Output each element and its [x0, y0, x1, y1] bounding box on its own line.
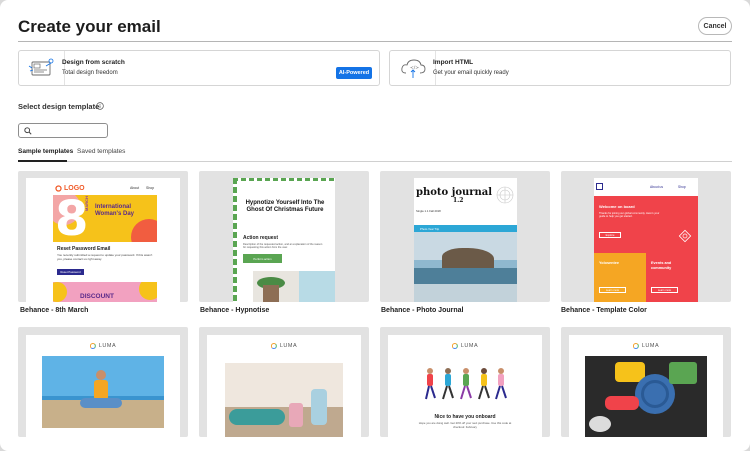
explore-button: Explore [599, 232, 621, 238]
design-canvas-icon [19, 51, 65, 85]
discount-banner: DISCOUNT [53, 282, 157, 302]
photo-bar: Photo Year Trip [414, 225, 517, 232]
luma-logo-icon [270, 343, 277, 349]
coast-photo [414, 232, 517, 302]
body-text: You recently submitted a request to upda… [57, 253, 153, 261]
nav-about: About [130, 186, 140, 190]
create-email-dialog: Create your email Cancel Design from scr… [0, 0, 750, 451]
action-description: Description of the requested action, and… [243, 243, 323, 250]
tile-title-2: Events and community [651, 261, 672, 270]
nav-shop: Shop [146, 186, 155, 190]
cancel-button[interactable]: Cancel [698, 17, 732, 35]
tab-saved-templates[interactable]: Saved templates [77, 148, 125, 155]
journal-subtitle: Single 1.1 Fall 2018 [416, 209, 441, 213]
scratch-subtitle: Total design freedom [62, 70, 118, 76]
section-label: Select design template [18, 102, 100, 111]
search-icon [24, 127, 32, 135]
learn-more-button-1: Learn more [599, 287, 626, 293]
cloud-upload-icon: </> [390, 51, 436, 85]
email-preview: LUMA Nice to have you onboard Hope you a… [388, 335, 542, 437]
logo-icon [55, 185, 62, 192]
hero-headline: International Woman's Day [95, 204, 134, 217]
march-vertical: MARCH [84, 196, 89, 211]
welcome-text: Welcome on board [599, 204, 635, 209]
onboard-body: Hope you are doing well. Get 20% off you… [418, 421, 512, 429]
email-preview: Hypnotize Yourself Into The Ghost Of Chr… [233, 178, 335, 302]
tile-title-1: Yolosentee [599, 261, 619, 265]
luma-logo-icon [632, 343, 639, 349]
orange-tile: Yolosentee Learn more [594, 253, 646, 302]
onboard-headline: Nice to have you onboard [434, 414, 496, 420]
top-stripe [233, 178, 335, 181]
hero-headline: Hypnotize Yourself Into The Ghost Of Chr… [245, 200, 325, 214]
info-icon[interactable] [96, 102, 104, 110]
plant-photo [253, 271, 335, 302]
welcome-panel: Welcome on board Thanks for joining our … [594, 196, 698, 253]
perform-action-button: Perform action [243, 254, 282, 263]
left-stripe [233, 178, 237, 302]
email-preview: photo journal 1.2 Single 1.1 Fall 2018 P… [414, 178, 517, 302]
learn-more-button-2: Learn more [651, 287, 678, 293]
luma-logo: LUMA [89, 343, 116, 349]
design-from-scratch-card[interactable]: Design from scratch Total design freedom… [18, 50, 380, 86]
section-title: Reset Password Email [57, 246, 111, 252]
logo-text: LOGO [64, 185, 85, 192]
discount-text: DISCOUNT [80, 293, 114, 300]
template-label-photo-journal: Behance - Photo Journal [381, 307, 464, 314]
import-html-card[interactable]: </> Import HTML Get your email quickly r… [389, 50, 731, 86]
luma-logo-icon [89, 343, 96, 349]
search-input[interactable] [35, 125, 105, 136]
template-thumbnail-luma-yoga[interactable]: LUMA [18, 327, 188, 437]
reset-password-button: Reset Password [57, 269, 84, 275]
welcome-intro: Thanks for joining our global community.… [599, 212, 660, 219]
diamond-icon [678, 229, 692, 243]
logo-square-icon [596, 183, 603, 190]
dialog-title: Create your email [18, 17, 161, 36]
action-request-title: Action request [243, 235, 279, 241]
template-thumbnail-luma-mats[interactable]: LUMA [199, 327, 369, 437]
tabs-divider [18, 161, 732, 162]
yoga-mats-photo [225, 363, 343, 437]
template-thumbnail-luma-gear[interactable]: LUMA [561, 327, 731, 437]
email-preview: LUMA [569, 335, 723, 437]
svg-text:</>: </> [410, 65, 419, 71]
hero-banner: 8 MARCH International Woman's Day [53, 195, 157, 242]
template-thumbnail-photo-journal[interactable]: photo journal 1.2 Single 1.1 Fall 2018 P… [380, 171, 550, 302]
email-preview: LOGO About Shop 8 MARCH International Wo… [26, 178, 180, 302]
template-label-template-color: Behance - Template Color [561, 307, 647, 314]
luma-logo: LUMA [270, 343, 297, 349]
import-title: Import HTML [433, 59, 474, 66]
template-thumbnail-hypnotise[interactable]: Hypnotize Yourself Into The Ghost Of Chr… [199, 171, 369, 302]
decorative-pattern-icon [496, 186, 514, 204]
active-tab-indicator [18, 160, 67, 162]
ai-powered-badge: AI-Powered [336, 67, 372, 79]
luma-logo-icon [451, 343, 458, 349]
yoga-photo [42, 356, 164, 428]
nav-about-us: About us [650, 185, 664, 189]
scratch-title: Design from scratch [62, 59, 125, 66]
gear-photo [585, 356, 707, 437]
tab-sample-templates[interactable]: Sample templates [18, 148, 73, 155]
template-label-8th-march: Behance - 8th March [20, 307, 89, 314]
luma-logo: LUMA [632, 343, 659, 349]
email-preview: LUMA [207, 335, 361, 437]
luma-logo: LUMA [451, 343, 478, 349]
email-preview: About us Shop Welcome on board Thanks fo… [594, 178, 698, 302]
header-divider [18, 41, 732, 42]
journal-version: 1.2 [453, 197, 464, 204]
template-label-hypnotise: Behance - Hypnotise [200, 307, 270, 314]
email-preview: LUMA [26, 335, 180, 437]
template-thumbnail-8th-march[interactable]: LOGO About Shop 8 MARCH International Wo… [18, 171, 188, 302]
template-thumbnail-template-color[interactable]: About us Shop Welcome on board Thanks fo… [561, 171, 731, 302]
red-tile: Events and community Learn more [646, 253, 698, 302]
template-search[interactable] [18, 123, 108, 138]
template-thumbnail-luma-onboard[interactable]: LUMA Nice to have you onboard Hope you a… [380, 327, 550, 437]
import-subtitle: Get your email quickly ready [433, 70, 509, 76]
runners-illustration [425, 368, 507, 400]
nav-shop: Shop [678, 185, 686, 189]
